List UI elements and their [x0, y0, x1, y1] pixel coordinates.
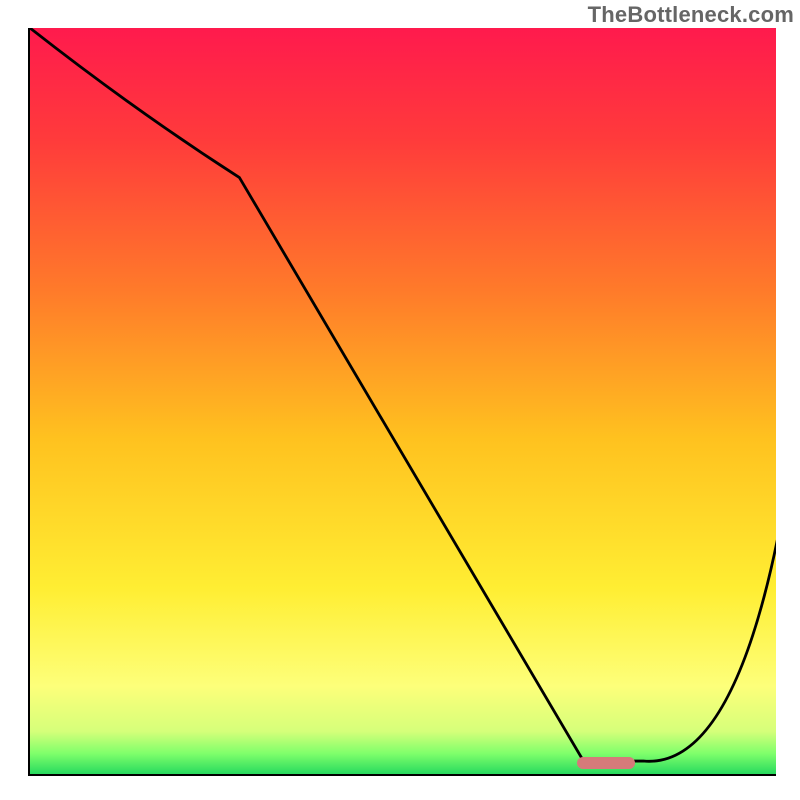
chart-container: TheBottleneck.com — [0, 0, 800, 800]
curve-path — [30, 28, 776, 761]
bottleneck-curve — [30, 28, 776, 776]
optimum-marker — [577, 757, 635, 769]
attribution-text: TheBottleneck.com — [588, 2, 794, 28]
plot-area — [28, 28, 776, 776]
